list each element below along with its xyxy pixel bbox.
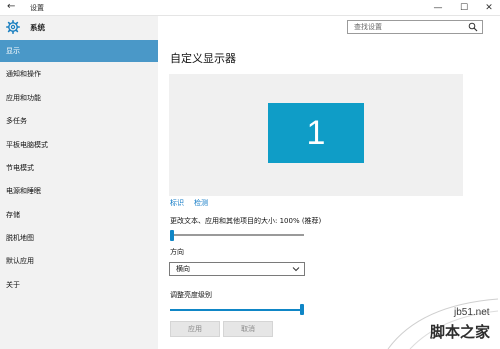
chevron-down-icon — [292, 267, 300, 272]
search-input[interactable] — [348, 21, 466, 33]
monitor-tile[interactable]: 1 — [268, 103, 364, 163]
watermark-brand: 脚本之家 — [430, 323, 491, 341]
maximize-button[interactable]: ☐ — [452, 0, 476, 16]
orientation-value: 横向 — [176, 265, 190, 273]
sidebar-item-apps[interactable]: 应用和功能 — [0, 87, 158, 109]
scale-slider-track[interactable] — [170, 234, 304, 236]
orientation-label: 方向 — [170, 248, 184, 256]
app-title: 系统 — [30, 23, 45, 32]
brightness-label: 调整亮度级别 — [170, 291, 212, 299]
sidebar-item-offline-maps[interactable]: 脱机地图 — [0, 227, 158, 249]
page-title: 自定义显示器 — [170, 52, 236, 65]
orientation-select[interactable]: 横向 — [169, 262, 305, 276]
brightness-slider-fill — [170, 309, 302, 311]
sidebar-item-battery-saver[interactable]: 节电模式 — [0, 157, 158, 179]
sidebar-item-storage[interactable]: 存储 — [0, 204, 158, 226]
identify-link[interactable]: 标识 — [170, 198, 184, 208]
scale-label: 更改文本、应用和其他项目的大小: 100% (推荐) — [170, 217, 322, 225]
sidebar-item-default-apps[interactable]: 默认应用 — [0, 250, 158, 272]
back-arrow-icon[interactable]: ← — [7, 1, 15, 13]
sidebar-item-tablet-mode[interactable]: 平板电脑模式 — [0, 134, 158, 156]
title-bar: ← 设置 — ☐ ✕ — [0, 0, 500, 16]
sidebar-item-about[interactable]: 关于 — [0, 274, 158, 296]
gear-icon — [6, 20, 20, 34]
watermark-url: jb51.net — [454, 307, 490, 318]
brightness-slider-thumb[interactable] — [300, 304, 304, 315]
scale-slider-thumb[interactable] — [170, 230, 174, 241]
detect-link[interactable]: 检测 — [194, 198, 208, 208]
sidebar-item-display[interactable]: 显示 — [0, 40, 158, 62]
apply-button[interactable]: 应用 — [170, 321, 220, 337]
minimize-button[interactable]: — — [426, 0, 450, 16]
sidebar-item-multitasking[interactable]: 多任务 — [0, 110, 158, 132]
close-button[interactable]: ✕ — [477, 0, 500, 16]
search-box[interactable] — [347, 20, 483, 34]
window-title: 设置 — [30, 4, 44, 12]
sidebar-item-power-sleep[interactable]: 电源和睡眠 — [0, 180, 158, 202]
cancel-button[interactable]: 取消 — [223, 321, 273, 337]
sidebar-item-notifications[interactable]: 通知和操作 — [0, 63, 158, 85]
search-icon[interactable] — [468, 22, 478, 32]
